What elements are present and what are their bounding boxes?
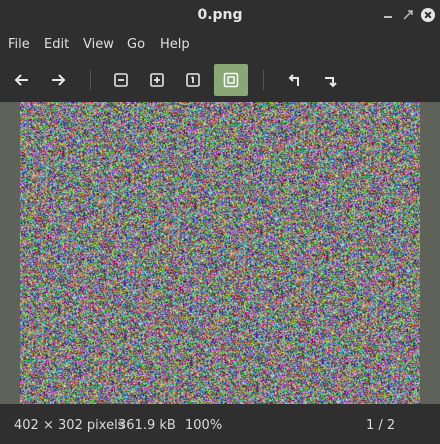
zoom-in-icon [150,73,164,87]
normal-size-button[interactable] [177,66,209,94]
menu-file[interactable]: File [8,37,30,52]
close-icon [421,8,435,22]
window-title: 0.png [197,7,243,23]
toolbar [0,60,440,100]
image-position: 1 / 2 [366,418,396,433]
file-size: 361.9 kB [118,418,176,433]
minimize-button[interactable] [379,6,397,24]
maximize-button[interactable] [399,6,417,24]
image-dimensions: 402 × 302 pixels [14,418,125,433]
menu-view[interactable]: View [83,37,114,52]
rotate-left-button[interactable] [277,66,309,94]
rotate-left-icon [288,74,299,86]
best-fit-icon [223,72,239,88]
close-button[interactable] [419,6,437,24]
noise-image [20,102,420,404]
next-image-button[interactable] [42,66,74,94]
arrow-right-icon [52,74,66,86]
maximize-icon [403,10,413,20]
menu-edit[interactable]: Edit [44,37,69,52]
zoom-level: 100% [185,418,223,433]
image-view[interactable] [0,102,440,404]
zoom-in-button[interactable] [141,66,173,94]
image-viewer-window: 0.png File Edit View Go Help 402 × 302 p… [0,0,440,444]
rotate-right-button[interactable] [314,66,346,94]
toolbar-separator [90,70,91,90]
arrow-left-icon [14,74,28,86]
zoom-out-icon [114,73,128,87]
rotate-right-icon [325,77,337,88]
menu-go[interactable]: Go [127,37,145,52]
menu-help[interactable]: Help [160,37,190,52]
best-fit-button[interactable] [214,64,248,96]
menu-bar: File Edit View Go Help [0,33,440,55]
title-bar[interactable]: 0.png [0,0,440,32]
previous-image-button[interactable] [6,66,38,94]
toolbar-separator [263,70,264,90]
status-bar: 402 × 302 pixels 361.9 kB 100% 1 / 2 [0,404,440,444]
zoom-out-button[interactable] [105,66,137,94]
actual-size-icon [186,73,200,87]
minimize-icon [384,16,392,18]
